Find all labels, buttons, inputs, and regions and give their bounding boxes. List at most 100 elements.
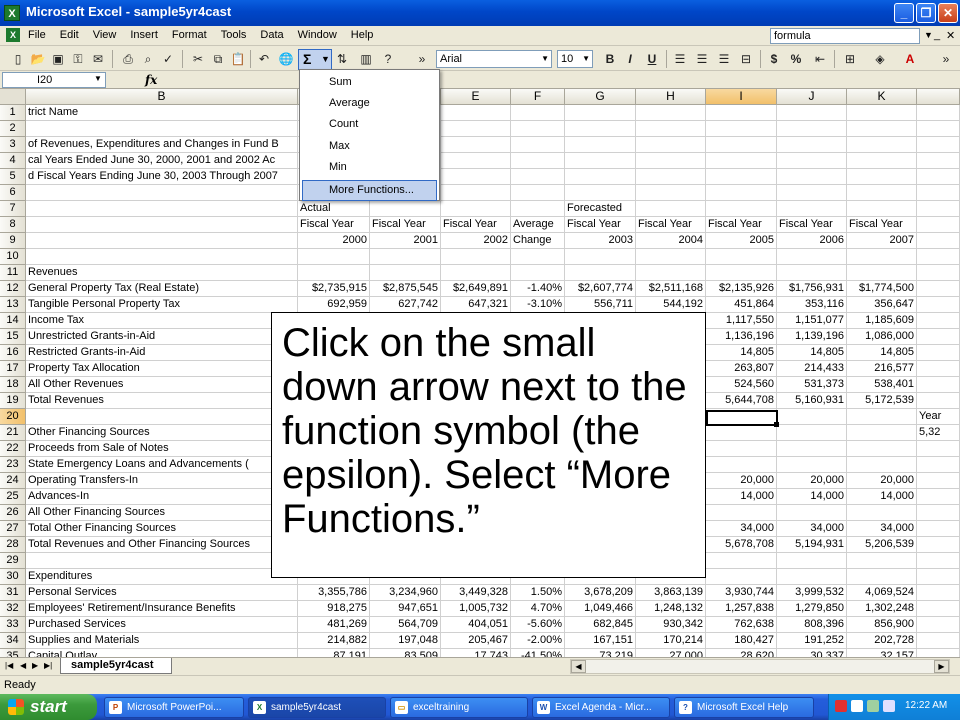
cell-j3[interactable] (777, 137, 847, 153)
tray-volume-icon[interactable] (883, 700, 895, 712)
cell-i2[interactable] (706, 121, 777, 137)
cell-b24[interactable]: Operating Transfers-In (26, 473, 298, 489)
cell-k35[interactable]: 32,157 (847, 649, 917, 657)
cell-k25[interactable]: 14,000 (847, 489, 917, 505)
cell-h12[interactable]: $2,511,168 (636, 281, 706, 297)
cell-l2[interactable] (917, 121, 960, 137)
row-header[interactable]: 23 (0, 457, 26, 473)
cell-l19[interactable] (917, 393, 960, 409)
cell-j27[interactable]: 34,000 (777, 521, 847, 537)
row-header[interactable]: 5 (0, 169, 26, 185)
row-header[interactable]: 22 (0, 441, 26, 457)
cell-d7[interactable] (370, 201, 441, 217)
row-header[interactable]: 10 (0, 249, 26, 265)
cell-j19[interactable]: 5,160,931 (777, 393, 847, 409)
cell-f6[interactable] (511, 185, 565, 201)
row-header[interactable]: 20 (0, 409, 26, 425)
row-header[interactable]: 14 (0, 313, 26, 329)
cell-j13[interactable]: 353,116 (777, 297, 847, 313)
menu-help[interactable]: Help (351, 29, 374, 41)
cell-b31[interactable]: Personal Services (26, 585, 298, 601)
column-header-e[interactable]: E (441, 89, 511, 105)
cell-j28[interactable]: 5,194,931 (777, 537, 847, 553)
cell-j16[interactable]: 14,805 (777, 345, 847, 361)
cell-g5[interactable] (565, 169, 636, 185)
row-header[interactable]: 9 (0, 233, 26, 249)
cell-e12[interactable]: $2,649,891 (441, 281, 511, 297)
task-folder[interactable]: ▭ exceltraining (390, 697, 528, 718)
cell-j30[interactable] (777, 569, 847, 585)
cell-i18[interactable]: 524,560 (706, 377, 777, 393)
copy-icon[interactable]: ⧉ (210, 51, 226, 67)
cell-j5[interactable] (777, 169, 847, 185)
menu-data[interactable]: Data (260, 29, 283, 41)
chart-wizard-icon[interactable]: ▥ (358, 51, 374, 67)
cell-e35[interactable]: 17,743 (441, 649, 511, 657)
cell-j32[interactable]: 1,279,850 (777, 601, 847, 617)
cell-g7[interactable]: Forecasted (565, 201, 636, 217)
cell-l31[interactable] (917, 585, 960, 601)
cell-b6[interactable] (26, 185, 298, 201)
cell-g11[interactable] (565, 265, 636, 281)
cell-i16[interactable]: 14,805 (706, 345, 777, 361)
cell-k30[interactable] (847, 569, 917, 585)
cell-i13[interactable]: 451,864 (706, 297, 777, 313)
cell-i1[interactable] (706, 105, 777, 121)
cell-i34[interactable]: 180,427 (706, 633, 777, 649)
cell-e3[interactable] (441, 137, 511, 153)
cell-c8[interactable]: Fiscal Year (298, 217, 370, 233)
cell-g32[interactable]: 1,049,466 (565, 601, 636, 617)
cell-k11[interactable] (847, 265, 917, 281)
menu-insert[interactable]: Insert (130, 29, 158, 41)
cell-b27[interactable]: Total Other Financing Sources (26, 521, 298, 537)
cell-k29[interactable] (847, 553, 917, 569)
cell-b3[interactable]: of Revenues, Expenditures and Changes in… (26, 137, 298, 153)
cell-l32[interactable] (917, 601, 960, 617)
font-name-select[interactable]: Arial ▼ (436, 50, 552, 68)
cell-e9[interactable]: 2002 (441, 233, 511, 249)
restore-button[interactable]: ❐ (916, 3, 936, 23)
cell-l7[interactable] (917, 201, 960, 217)
cell-c32[interactable]: 918,275 (298, 601, 370, 617)
cell-h7[interactable] (636, 201, 706, 217)
cell-g3[interactable] (565, 137, 636, 153)
row-header[interactable]: 18 (0, 377, 26, 393)
row-header[interactable]: 28 (0, 537, 26, 553)
column-header-i[interactable]: I (706, 89, 777, 105)
row-header[interactable]: 6 (0, 185, 26, 201)
cell-j11[interactable] (777, 265, 847, 281)
merge-center-icon[interactable]: ⊟ (738, 51, 754, 67)
row-header[interactable]: 4 (0, 153, 26, 169)
cell-k1[interactable] (847, 105, 917, 121)
menu-item-max[interactable]: Max (302, 136, 437, 157)
cell-l13[interactable] (917, 297, 960, 313)
cell-j20[interactable] (777, 409, 847, 425)
row-header[interactable]: 24 (0, 473, 26, 489)
cell-f13[interactable]: -3.10% (511, 297, 565, 313)
scroll-right-icon[interactable]: ▶ (934, 660, 949, 673)
cell-l22[interactable] (917, 441, 960, 457)
cell-l11[interactable] (917, 265, 960, 281)
cell-f4[interactable] (511, 153, 565, 169)
menu-item-count[interactable]: Count (302, 114, 437, 135)
cell-f7[interactable] (511, 201, 565, 217)
cell-d8[interactable]: Fiscal Year (370, 217, 441, 233)
borders-icon[interactable]: ⊞ (842, 51, 858, 67)
cell-f1[interactable] (511, 105, 565, 121)
cell-l1[interactable] (917, 105, 960, 121)
cell-j23[interactable] (777, 457, 847, 473)
cell-b8[interactable] (26, 217, 298, 233)
cell-i22[interactable] (706, 441, 777, 457)
cell-i26[interactable] (706, 505, 777, 521)
cell-l12[interactable] (917, 281, 960, 297)
cell-f35[interactable]: -41.50% (511, 649, 565, 657)
cell-i12[interactable]: $2,135,926 (706, 281, 777, 297)
cell-k22[interactable] (847, 441, 917, 457)
cell-i25[interactable]: 14,000 (706, 489, 777, 505)
cell-i15[interactable]: 1,136,196 (706, 329, 777, 345)
row-header[interactable]: 31 (0, 585, 26, 601)
cell-d34[interactable]: 197,048 (370, 633, 441, 649)
cell-i7[interactable] (706, 201, 777, 217)
help-icon[interactable]: ? (380, 51, 396, 67)
cell-g34[interactable]: 167,151 (565, 633, 636, 649)
